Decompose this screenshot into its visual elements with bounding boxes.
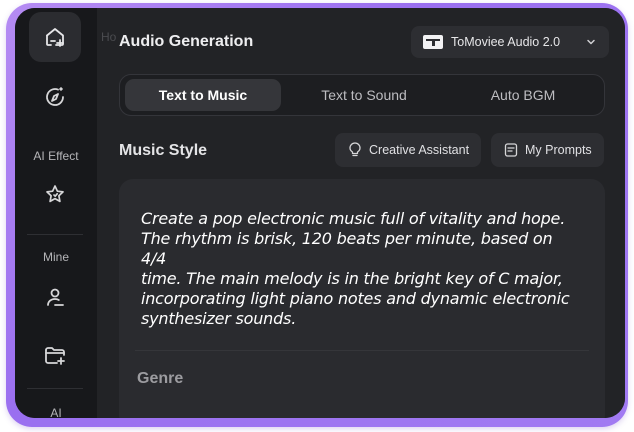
prompt-line: Create a pop electronic music full of vi… [141, 209, 566, 228]
sidebar-section-ai: AI [50, 406, 62, 418]
card-divider [135, 350, 589, 351]
prompt-textarea[interactable]: Create a pop electronic music full of vi… [141, 209, 581, 329]
my-prompts-button[interactable]: My Prompts [491, 133, 604, 167]
main-panel: Ho Audio Generation ToMoviee Audio 2.0 T… [97, 8, 625, 418]
sidebar-item-ai-effect[interactable] [29, 170, 81, 220]
lightbulb-icon [349, 142, 361, 157]
compass-icon [46, 87, 64, 106]
prompt-line: synthesizer sounds. [141, 309, 297, 328]
sidebar-item-home[interactable] [29, 12, 81, 62]
creative-assistant-button[interactable]: Creative Assistant [335, 133, 482, 167]
sidebar-item-my-music[interactable] [29, 272, 81, 322]
background-text: Ho [101, 30, 117, 44]
sidebar-item-my-projects[interactable] [29, 330, 81, 380]
sidebar-divider [27, 234, 83, 235]
sparkle-star-icon [46, 185, 64, 203]
home-plus-icon [46, 28, 64, 47]
page-title: Audio Generation [119, 33, 254, 50]
sidebar-section-ai-effect: AI Effect [33, 149, 79, 163]
sidebar-section-mine: Mine [42, 250, 69, 264]
prompt-line: incorporating light piano notes and dyna… [141, 289, 570, 308]
prompt-line: The rhythm is brisk, 120 beats per minut… [141, 229, 553, 268]
mode-tabs: Text to Music Text to Sound Auto BGM [119, 74, 605, 116]
my-prompts-label: My Prompts [525, 143, 592, 157]
user-music-icon [47, 288, 64, 306]
folder-add-icon [45, 347, 65, 365]
sidebar-item-explore[interactable] [29, 72, 81, 122]
model-select-value: ToMoviee Audio 2.0 [451, 35, 561, 49]
app-window: AI Effect Mine AI Ho Audio Generation To… [15, 8, 625, 418]
section-title-music-style: Music Style [119, 142, 208, 159]
prompt-card: Create a pop electronic music full of vi… [119, 179, 605, 418]
chevron-down-icon [587, 39, 595, 45]
tomoviee-logo-icon [423, 35, 443, 49]
prompt-line: time. The main melody is in the bright k… [141, 269, 563, 288]
tab-text-to-music[interactable]: Text to Music [125, 79, 281, 111]
sidebar: AI Effect Mine AI [15, 8, 97, 418]
document-list-icon [504, 143, 518, 157]
sidebar-divider [27, 388, 83, 389]
app-frame: AI Effect Mine AI Ho Audio Generation To… [6, 3, 628, 427]
model-select[interactable]: ToMoviee Audio 2.0 [411, 26, 609, 58]
tab-auto-bgm[interactable]: Auto BGM [445, 79, 601, 111]
creative-assistant-label: Creative Assistant [369, 143, 470, 157]
tab-text-to-sound[interactable]: Text to Sound [286, 79, 442, 111]
genre-label: Genre [137, 370, 184, 387]
